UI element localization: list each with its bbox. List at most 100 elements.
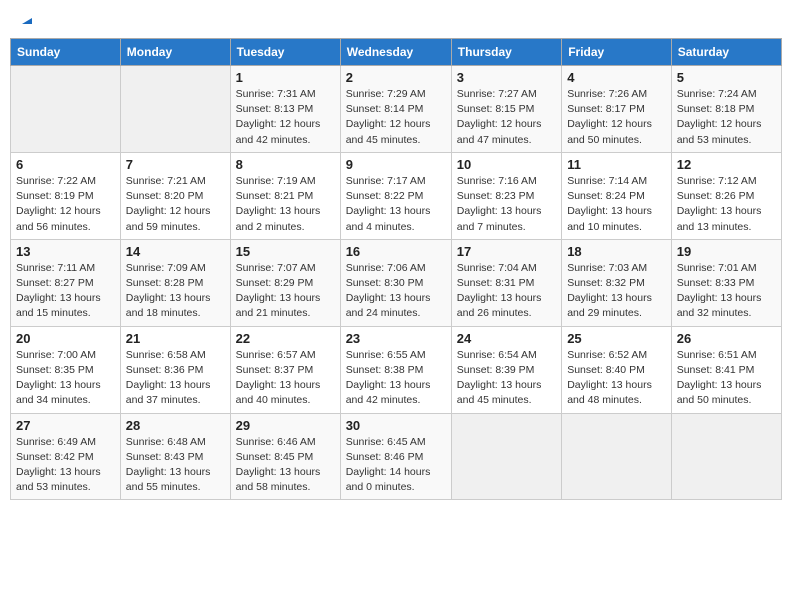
- calendar-cell: 24 Sunrise: 6:54 AM Sunset: 8:39 PM Dayli…: [451, 326, 561, 413]
- calendar-cell: 15 Sunrise: 7:07 AM Sunset: 8:29 PM Dayli…: [230, 239, 340, 326]
- day-info: Sunrise: 7:01 AM Sunset: 8:33 PM Dayligh…: [677, 261, 776, 322]
- calendar-cell: 8Sunrise: 7:19 AM Sunset: 8:21 PM Daylig…: [230, 152, 340, 239]
- calendar-cell: 16 Sunrise: 7:06 AM Sunset: 8:30 PM Dayli…: [340, 239, 451, 326]
- day-number: 3: [457, 70, 556, 85]
- week-row-2: 6 Sunrise: 7:22 AM Sunset: 8:19 PM Daylig…: [11, 152, 782, 239]
- day-info: Sunrise: 6:52 AM Sunset: 8:40 PM Dayligh…: [567, 348, 666, 409]
- day-info: Sunrise: 6:51 AM Sunset: 8:41 PM Dayligh…: [677, 348, 776, 409]
- day-number: 14: [126, 244, 225, 259]
- calendar-cell: 26 Sunrise: 6:51 AM Sunset: 8:41 PM Dayli…: [671, 326, 781, 413]
- day-number: 24: [457, 331, 556, 346]
- calendar-cell: 29Sunrise: 6:46 AM Sunset: 8:45 PM Dayli…: [230, 413, 340, 500]
- day-info: Sunrise: 7:11 AM Sunset: 8:27 PM Dayligh…: [16, 261, 115, 322]
- day-info: Sunrise: 6:58 AM Sunset: 8:36 PM Dayligh…: [126, 348, 225, 409]
- calendar-cell: 5 Sunrise: 7:24 AM Sunset: 8:18 PM Daylig…: [671, 66, 781, 153]
- calendar-cell: 30 Sunrise: 6:45 AM Sunset: 8:46 PM Dayli…: [340, 413, 451, 500]
- calendar-cell: 4 Sunrise: 7:26 AM Sunset: 8:17 PM Daylig…: [562, 66, 672, 153]
- day-number: 21: [126, 331, 225, 346]
- calendar-cell: [671, 413, 781, 500]
- calendar-cell: [11, 66, 121, 153]
- weekday-header-thursday: Thursday: [451, 39, 561, 66]
- calendar-cell: [562, 413, 672, 500]
- day-number: 27: [16, 418, 115, 433]
- weekday-header-friday: Friday: [562, 39, 672, 66]
- day-number: 1: [236, 70, 335, 85]
- week-row-5: 27 Sunrise: 6:49 AM Sunset: 8:42 PM Dayli…: [11, 413, 782, 500]
- day-number: 26: [677, 331, 776, 346]
- weekday-header-sunday: Sunday: [11, 39, 121, 66]
- day-info: Sunrise: 7:07 AM Sunset: 8:29 PM Dayligh…: [236, 261, 335, 322]
- day-number: 7: [126, 157, 225, 172]
- day-info: Sunrise: 7:29 AM Sunset: 8:14 PM Dayligh…: [346, 87, 446, 148]
- calendar-cell: 21 Sunrise: 6:58 AM Sunset: 8:36 PM Dayli…: [120, 326, 230, 413]
- weekday-header-wednesday: Wednesday: [340, 39, 451, 66]
- week-row-1: 1 Sunrise: 7:31 AM Sunset: 8:13 PM Daylig…: [11, 66, 782, 153]
- page-header: [10, 10, 782, 30]
- day-info: Sunrise: 7:17 AM Sunset: 8:22 PM Dayligh…: [346, 174, 446, 235]
- weekday-header-saturday: Saturday: [671, 39, 781, 66]
- calendar-cell: 18Sunrise: 7:03 AM Sunset: 8:32 PM Dayli…: [562, 239, 672, 326]
- calendar-cell: 23Sunrise: 6:55 AM Sunset: 8:38 PM Dayli…: [340, 326, 451, 413]
- week-row-4: 20 Sunrise: 7:00 AM Sunset: 8:35 PM Dayli…: [11, 326, 782, 413]
- day-info: Sunrise: 7:06 AM Sunset: 8:30 PM Dayligh…: [346, 261, 446, 322]
- day-info: Sunrise: 7:04 AM Sunset: 8:31 PM Dayligh…: [457, 261, 556, 322]
- calendar-cell: 11 Sunrise: 7:14 AM Sunset: 8:24 PM Dayli…: [562, 152, 672, 239]
- calendar-cell: 28 Sunrise: 6:48 AM Sunset: 8:43 PM Dayli…: [120, 413, 230, 500]
- calendar-cell: [451, 413, 561, 500]
- calendar-cell: 13 Sunrise: 7:11 AM Sunset: 8:27 PM Dayli…: [11, 239, 121, 326]
- day-number: 13: [16, 244, 115, 259]
- day-info: Sunrise: 6:45 AM Sunset: 8:46 PM Dayligh…: [346, 435, 446, 496]
- calendar-cell: [120, 66, 230, 153]
- day-number: 28: [126, 418, 225, 433]
- weekday-header-tuesday: Tuesday: [230, 39, 340, 66]
- day-info: Sunrise: 7:12 AM Sunset: 8:26 PM Dayligh…: [677, 174, 776, 235]
- day-info: Sunrise: 7:26 AM Sunset: 8:17 PM Dayligh…: [567, 87, 666, 148]
- week-row-3: 13 Sunrise: 7:11 AM Sunset: 8:27 PM Dayli…: [11, 239, 782, 326]
- day-number: 5: [677, 70, 776, 85]
- calendar-cell: 2 Sunrise: 7:29 AM Sunset: 8:14 PM Daylig…: [340, 66, 451, 153]
- day-number: 20: [16, 331, 115, 346]
- day-number: 11: [567, 157, 666, 172]
- day-info: Sunrise: 7:19 AM Sunset: 8:21 PM Dayligh…: [236, 174, 335, 235]
- day-info: Sunrise: 7:09 AM Sunset: 8:28 PM Dayligh…: [126, 261, 225, 322]
- calendar-cell: 27 Sunrise: 6:49 AM Sunset: 8:42 PM Dayli…: [11, 413, 121, 500]
- weekday-header-row: SundayMondayTuesdayWednesdayThursdayFrid…: [11, 39, 782, 66]
- day-number: 2: [346, 70, 446, 85]
- calendar-cell: 17Sunrise: 7:04 AM Sunset: 8:31 PM Dayli…: [451, 239, 561, 326]
- day-info: Sunrise: 7:16 AM Sunset: 8:23 PM Dayligh…: [457, 174, 556, 235]
- calendar-cell: 14 Sunrise: 7:09 AM Sunset: 8:28 PM Dayli…: [120, 239, 230, 326]
- day-number: 30: [346, 418, 446, 433]
- day-number: 12: [677, 157, 776, 172]
- calendar-cell: 7 Sunrise: 7:21 AM Sunset: 8:20 PM Daylig…: [120, 152, 230, 239]
- day-number: 6: [16, 157, 115, 172]
- day-info: Sunrise: 7:24 AM Sunset: 8:18 PM Dayligh…: [677, 87, 776, 148]
- logo-triangle-icon: [20, 12, 34, 26]
- calendar-cell: 3 Sunrise: 7:27 AM Sunset: 8:15 PM Daylig…: [451, 66, 561, 153]
- day-number: 16: [346, 244, 446, 259]
- day-info: Sunrise: 6:48 AM Sunset: 8:43 PM Dayligh…: [126, 435, 225, 496]
- calendar-cell: 25Sunrise: 6:52 AM Sunset: 8:40 PM Dayli…: [562, 326, 672, 413]
- day-number: 15: [236, 244, 335, 259]
- day-info: Sunrise: 7:21 AM Sunset: 8:20 PM Dayligh…: [126, 174, 225, 235]
- calendar-cell: 9 Sunrise: 7:17 AM Sunset: 8:22 PM Daylig…: [340, 152, 451, 239]
- day-number: 9: [346, 157, 446, 172]
- day-info: Sunrise: 7:00 AM Sunset: 8:35 PM Dayligh…: [16, 348, 115, 409]
- calendar-cell: 12 Sunrise: 7:12 AM Sunset: 8:26 PM Dayli…: [671, 152, 781, 239]
- day-info: Sunrise: 6:55 AM Sunset: 8:38 PM Dayligh…: [346, 348, 446, 409]
- day-info: Sunrise: 7:27 AM Sunset: 8:15 PM Dayligh…: [457, 87, 556, 148]
- day-number: 4: [567, 70, 666, 85]
- day-info: Sunrise: 7:31 AM Sunset: 8:13 PM Dayligh…: [236, 87, 335, 148]
- day-number: 18: [567, 244, 666, 259]
- day-info: Sunrise: 7:14 AM Sunset: 8:24 PM Dayligh…: [567, 174, 666, 235]
- day-number: 10: [457, 157, 556, 172]
- logo: [18, 14, 34, 26]
- day-info: Sunrise: 7:22 AM Sunset: 8:19 PM Dayligh…: [16, 174, 115, 235]
- calendar-cell: 22Sunrise: 6:57 AM Sunset: 8:37 PM Dayli…: [230, 326, 340, 413]
- day-info: Sunrise: 6:49 AM Sunset: 8:42 PM Dayligh…: [16, 435, 115, 496]
- day-info: Sunrise: 6:57 AM Sunset: 8:37 PM Dayligh…: [236, 348, 335, 409]
- calendar-cell: 6 Sunrise: 7:22 AM Sunset: 8:19 PM Daylig…: [11, 152, 121, 239]
- calendar-cell: 1 Sunrise: 7:31 AM Sunset: 8:13 PM Daylig…: [230, 66, 340, 153]
- day-info: Sunrise: 6:54 AM Sunset: 8:39 PM Dayligh…: [457, 348, 556, 409]
- calendar-table: SundayMondayTuesdayWednesdayThursdayFrid…: [10, 38, 782, 500]
- day-number: 19: [677, 244, 776, 259]
